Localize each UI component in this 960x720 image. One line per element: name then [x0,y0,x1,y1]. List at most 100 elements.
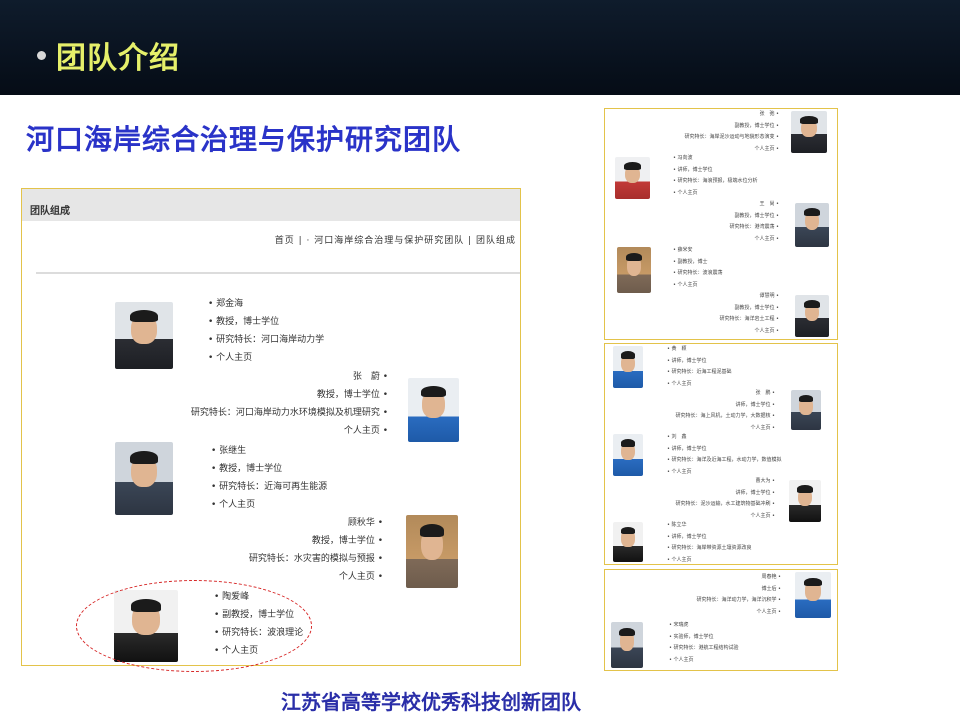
member-title: 讲师，博士学位 [673,165,758,177]
member-photo [115,302,173,369]
member-field: 研究特长：港湾震荡 [729,222,779,234]
member-photo [406,515,458,588]
member-name: 张 鹏 [675,388,775,400]
member-list-thumbnail: 黄 颖 讲师，博士学位 研究特长：近海工程泥基础 个人主页 张 鹏 讲师，博士学… [604,343,838,565]
member-photo [613,346,643,388]
member-list-thumbnail: 张 弛 副教授，博士学位 研究特长：海岸泥沙运动与地貌形态演变 个人主页 冯向波… [604,108,838,340]
member-info: 张 鹏 讲师，博士学位 研究特长：海上风机，土动力学，大数据核 个人主页 [675,388,775,434]
member-title: 教授，博士学位 [208,313,324,331]
member-name: 曹大为 [675,476,775,488]
member-homepage-link[interactable]: 个人主页 [696,607,781,619]
member-name: 宋瑞虎 [669,620,739,632]
member-title: 教授，博士学位 [249,532,383,550]
member-title: 讲师，博士学位 [667,356,732,368]
member-name: 黄 颖 [667,344,732,356]
member-photo [789,480,821,522]
member-info: 黄 颖 讲师，博士学位 研究特长：近海工程泥基础 个人主页 [667,344,732,390]
member-info: 周春艳 博士后 研究特长：海洋动力学，海洋沉积学 个人主页 [696,572,781,618]
member-field: 研究特长：海上风机，土动力学，大数据核 [675,411,775,423]
member-info: 张继生 教授，博士学位 研究特长：近海可再生能源 个人主页 [211,442,327,514]
member-title: 教授，博士学位 [191,386,388,404]
member-photo [795,572,831,618]
member-info: 刘 鑫 讲师，博士学位 研究特长：海洋及近海工程，水动力学，数值模拟 个人主页 [667,432,782,478]
section-bar: 团队组成 [22,189,520,221]
member-name: 陈立华 [667,520,752,532]
member-photo [791,390,821,430]
member-list-thumbnail: 周春艳 博士后 研究特长：海洋动力学，海洋沉积学 个人主页 宋瑞虎 实验师，博士… [604,569,838,671]
member-field: 研究特长：波浪震荡 [673,268,723,280]
member-homepage-link[interactable]: 个人主页 [667,555,752,565]
member-title: 教授，博士学位 [211,460,327,478]
member-info: 张 弛 副教授，博士学位 研究特长：海岸泥沙运动与地貌形态演变 个人主页 [684,109,779,155]
member-info: 顾秋华 教授，博士学位 研究特长：水灾害的模拟与预报 个人主页 [249,514,383,586]
member-name: 张 弛 [684,109,779,121]
member-field: 研究特长：近海可再生能源 [211,478,327,496]
breadcrumb: 首页 | · 河口海岸综合治理与保护研究团队 | 团队组成 [274,236,516,246]
member-title: 讲师，博士学位 [667,444,782,456]
highlight-ellipse [76,580,312,672]
member-title: 讲师，博士学位 [675,400,775,412]
member-name: 郑金海 [208,295,324,313]
bullet-dot-icon [37,51,46,60]
member-name: 周春艳 [696,572,781,584]
member-photo [791,111,827,153]
slide-title: 团队介绍 [56,41,180,76]
member-name: 冯向波 [673,153,758,165]
member-homepage-link[interactable]: 个人主页 [673,188,758,200]
team-headline: 河口海岸综合治理与保护研究团队 [26,123,462,156]
member-homepage-link[interactable]: 个人主页 [249,568,383,586]
member-info: 薛米安 副教授，博士 研究特长：波浪震荡 个人主页 [673,245,723,291]
member-info: 张 蔚 教授，博士学位 研究特长：河口海岸动力水环境模拟及机理研究 个人主页 [191,368,388,440]
member-info: 郑金海 教授，博士学位 研究特长：河口海岸动力学 个人主页 [208,295,324,367]
member-info: 王 尚 副教授，博士学位 研究特长：港湾震荡 个人主页 [729,199,779,245]
member-field: 研究特长：海浪预报，极端水位分析 [673,176,758,188]
member-photo [115,442,173,515]
member-homepage-link[interactable]: 个人主页 [673,280,723,292]
member-name: 王 尚 [729,199,779,211]
member-field: 研究特长：水灾害的模拟与预报 [249,550,383,568]
member-homepage-link[interactable]: 个人主页 [719,326,779,338]
member-photo [611,622,643,668]
member-photo [613,434,643,476]
member-homepage-link[interactable]: 个人主页 [211,496,327,514]
member-field: 研究特长：海洋及近海工程，水动力学，数值模拟 [667,455,782,467]
member-info: 陈立华 讲师，博士学位 研究特长：海岸带资源土壤资源改良 个人主页 [667,520,752,565]
member-homepage-link[interactable]: 个人主页 [729,234,779,246]
member-name: 顾秋华 [249,514,383,532]
member-photo [615,157,650,199]
member-photo [795,295,829,337]
member-field: 研究特长：泥沙运输，水工建筑物基础冲刷 [675,499,775,511]
member-name: 谭慧明 [719,291,779,303]
member-homepage-link[interactable]: 个人主页 [191,422,388,440]
member-photo [408,378,459,442]
member-title: 副教授，博士学位 [684,121,779,133]
member-info: 曹大为 讲师，博士学位 研究特长：泥沙运输，水工建筑物基础冲刷 个人主页 [675,476,775,522]
member-info: 冯向波 讲师，博士学位 研究特长：海浪预报，极端水位分析 个人主页 [673,153,758,199]
member-homepage-link[interactable]: 个人主页 [669,655,739,667]
member-field: 研究特长：海洋动力学，海洋沉积学 [696,595,781,607]
member-title: 副教授，博士学位 [719,303,779,315]
member-photo [617,247,651,293]
member-name: 张 蔚 [191,368,388,386]
member-title: 博士后 [696,584,781,596]
title-bar: 团队介绍 [0,0,960,95]
member-field: 研究特长：河口海岸动力水环境模拟及机理研究 [191,404,388,422]
divider [36,272,520,274]
member-field: 研究特长：港航工程结构试验 [669,643,739,655]
member-title: 副教授，博士 [673,257,723,269]
member-title: 讲师，博士学位 [667,532,752,544]
member-homepage-link[interactable]: 个人主页 [208,349,324,367]
member-title: 实验师，博士学位 [669,632,739,644]
member-field: 研究特长：河口海岸动力学 [208,331,324,349]
member-photo [613,522,643,562]
member-field: 研究特长：海岸带资源土壤资源改良 [667,543,752,555]
member-field: 研究特长：近海工程泥基础 [667,367,732,379]
member-name: 张继生 [211,442,327,460]
member-title: 讲师，博士学位 [675,488,775,500]
award-caption: 江苏省高等学校优秀科技创新团队 [281,690,581,714]
member-title: 副教授，博士学位 [729,211,779,223]
member-info: 谭慧明 副教授，博士学位 研究特长：海洋岩土工程 个人主页 [719,291,779,337]
member-field: 研究特长：海洋岩土工程 [719,314,779,326]
member-info: 宋瑞虎 实验师，博士学位 研究特长：港航工程结构试验 个人主页 [669,620,739,666]
member-photo [795,203,829,247]
